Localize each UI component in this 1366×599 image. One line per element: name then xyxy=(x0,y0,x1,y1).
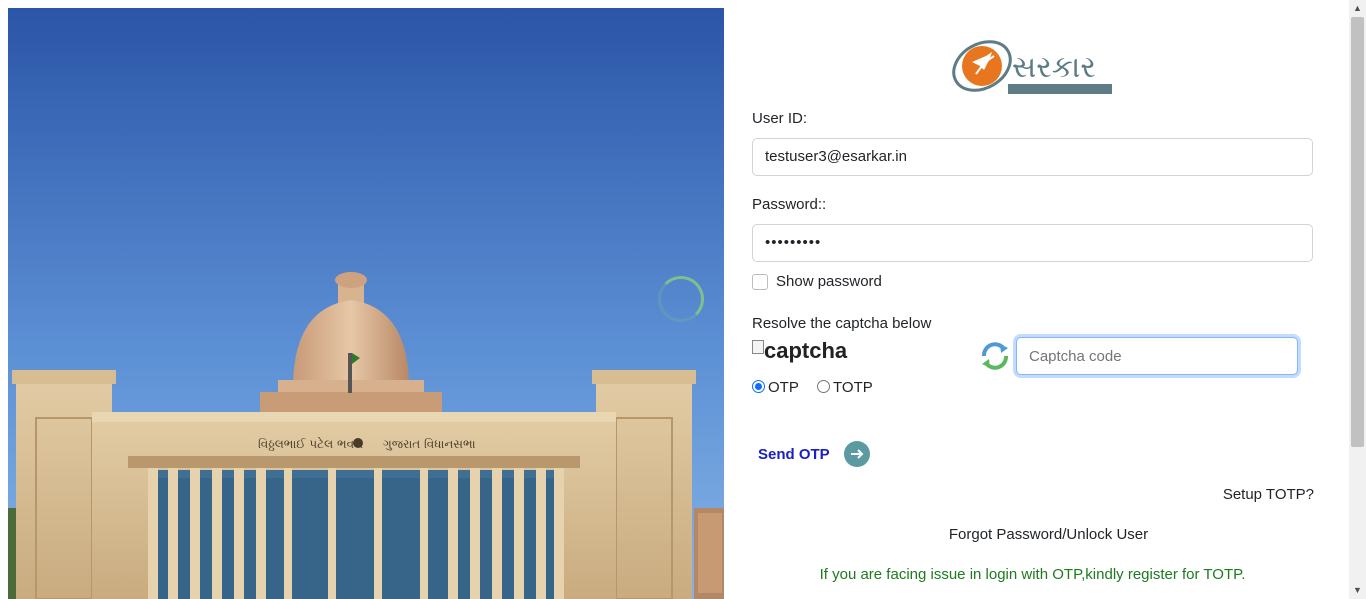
user-id-input[interactable]: testuser3@esarkar.in xyxy=(752,138,1313,176)
otp-radio-label: OTP xyxy=(768,379,799,396)
totp-radio-label: TOTP xyxy=(833,379,873,396)
login-panel: સરકાર User ID: testuser3@esarkar.in Pass… xyxy=(752,0,1314,599)
hero-image: વિઠ્ઠલભાઈ પટેલ ભવન ગુજરાત વિધાનસભા xyxy=(8,8,724,599)
esarkar-logo: સરકાર xyxy=(952,40,1112,94)
totp-notice: If you are facing issue in login with OT… xyxy=(819,566,1246,583)
send-otp-button[interactable]: Send OTP xyxy=(758,440,870,468)
show-password-label: Show password xyxy=(776,273,882,290)
scroll-up-icon[interactable]: ▲ xyxy=(1349,0,1366,17)
otp-radio[interactable] xyxy=(752,380,765,393)
captcha-prompt: Resolve the captcha below xyxy=(752,315,932,332)
password-label: Password:: xyxy=(752,196,827,213)
show-password-checkbox[interactable] xyxy=(752,274,768,290)
captcha-image: captcha xyxy=(752,338,847,364)
building-sign-right: ગુજરાત વિધાનસભા xyxy=(383,437,476,451)
auth-method-group: OTP TOTP xyxy=(752,379,887,396)
scroll-down-icon[interactable]: ▼ xyxy=(1349,582,1366,599)
password-input[interactable]: ••••••••• xyxy=(752,224,1313,262)
arrow-right-icon xyxy=(843,441,870,467)
building-sign-left: વિઠ્ઠલભાઈ પટેલ ભવન xyxy=(258,437,363,451)
totp-radio[interactable] xyxy=(817,380,831,393)
forgot-password-link[interactable]: Forgot Password/Unlock User xyxy=(752,526,1345,543)
send-otp-label: Send OTP xyxy=(758,445,830,463)
setup-totp-link[interactable]: Setup TOTP? xyxy=(1223,486,1314,503)
user-id-label: User ID: xyxy=(752,110,808,127)
captcha-alt-text: captcha xyxy=(764,338,848,363)
vertical-scrollbar[interactable]: ▲ ▼ xyxy=(1349,0,1366,599)
logo-text: સરકાર xyxy=(1012,50,1096,85)
loading-spinner-icon xyxy=(658,276,704,322)
broken-image-icon xyxy=(752,340,764,354)
refresh-captcha-icon[interactable] xyxy=(978,340,1012,372)
captcha-code-input[interactable] xyxy=(1016,337,1298,375)
scrollbar-thumb[interactable] xyxy=(1351,17,1364,447)
